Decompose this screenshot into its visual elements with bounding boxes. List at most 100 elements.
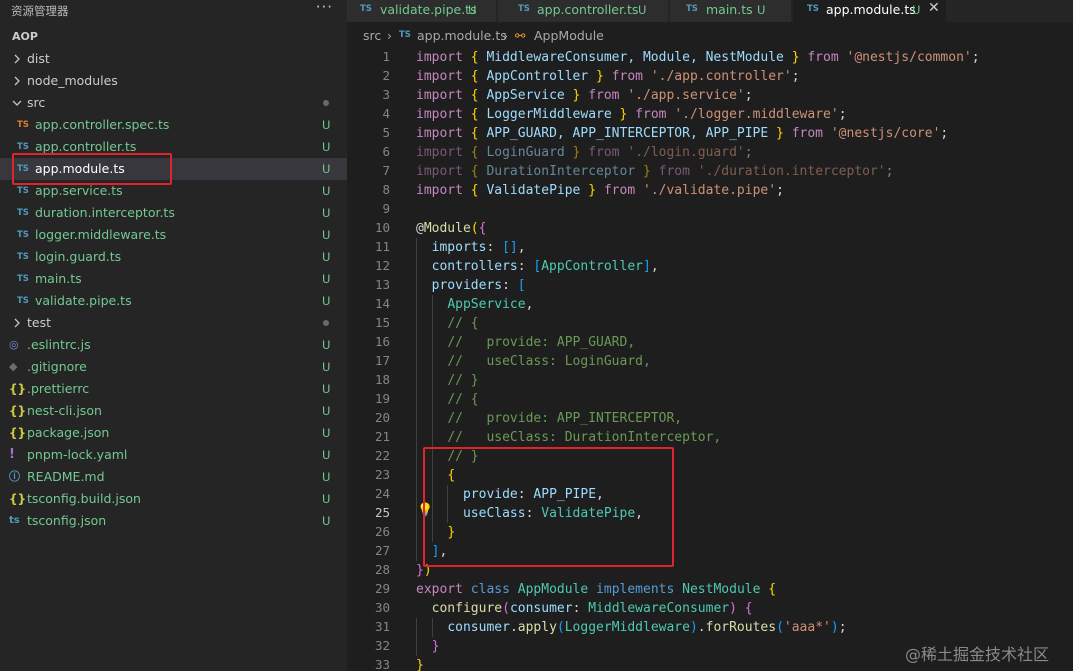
git-status-badge: U <box>322 294 331 308</box>
line-number: 20 <box>374 410 390 425</box>
tree-item-label: .eslintrc.js <box>27 337 91 352</box>
code-line[interactable]: 10 @Module({ <box>347 219 1073 238</box>
code-line[interactable]: 29 export class AppModule implements Nest… <box>347 580 1073 599</box>
code-line[interactable]: 27 ], <box>347 542 1073 561</box>
code-text: } <box>431 639 440 654</box>
code-line[interactable]: 5 import { APP_GUARD, APP_INTERCEPTOR, AP… <box>347 124 1073 143</box>
tree-item-label: app.controller.ts <box>35 139 137 154</box>
tree-item[interactable]: {} package.json U <box>0 422 347 444</box>
explorer-header: 资源管理器 ··· <box>0 0 347 22</box>
line-number: 6 <box>382 144 390 159</box>
tree-item[interactable]: ! pnpm-lock.yaml U <box>0 444 347 466</box>
json-icon: {} <box>9 426 27 440</box>
git-status-badge: U <box>322 228 331 242</box>
code-text: } <box>416 658 424 671</box>
code-line[interactable]: 28}) <box>347 561 1073 580</box>
code-line[interactable]: 25 useClass: ValidatePipe, <box>347 504 1073 523</box>
tree-item[interactable]: test <box>0 312 347 334</box>
code-line[interactable]: 12 controllers: [AppController], <box>347 257 1073 276</box>
tree-item[interactable]: src <box>0 92 347 114</box>
breadcrumb-folder[interactable]: src <box>363 28 381 43</box>
tree-item[interactable]: TS app.controller.ts U <box>0 136 347 158</box>
json-icon: {} <box>9 404 27 418</box>
line-number: 26 <box>374 524 390 539</box>
tree-item[interactable]: TS login.guard.ts U <box>0 246 347 268</box>
tab-app-module[interactable]: TS app.module.ts U ✕ <box>793 0 947 22</box>
code-text: AppService, <box>447 297 534 312</box>
code-line[interactable]: 13 providers: [ <box>347 276 1073 295</box>
code-line[interactable]: 23 { <box>347 466 1073 485</box>
code-line[interactable]: 4 import { LoggerMiddleware } from './log… <box>347 105 1073 124</box>
more-actions-icon[interactable]: ··· <box>316 0 333 16</box>
code-text: } <box>447 525 456 540</box>
tree-item[interactable]: ts tsconfig.json U <box>0 510 347 532</box>
code-line[interactable]: 14 AppService, <box>347 295 1073 314</box>
tree-item[interactable]: ◎ .eslintrc.js U <box>0 334 347 356</box>
code-line[interactable]: 26 } <box>347 523 1073 542</box>
code-line[interactable]: 11 imports: [], <box>347 238 1073 257</box>
code-line[interactable]: 15 // { <box>347 314 1073 333</box>
code-line[interactable]: 19 // { <box>347 390 1073 409</box>
code-text: // { <box>447 392 479 407</box>
git-status-badge: U <box>322 448 331 462</box>
code-line[interactable]: 1 import { MiddlewareConsumer, Module, Ne… <box>347 48 1073 67</box>
tree-item[interactable]: TS duration.interceptor.ts U <box>0 202 347 224</box>
tree-item[interactable]: {} tsconfig.build.json U <box>0 488 347 510</box>
chevron-down-icon[interactable] <box>12 96 22 110</box>
code-line[interactable]: 22 // } <box>347 447 1073 466</box>
code-line[interactable]: 18 // } <box>347 371 1073 390</box>
chevron-right-icon[interactable] <box>12 74 22 88</box>
line-number: 24 <box>374 486 390 501</box>
code-line[interactable]: 3 import { AppService } from './app.servi… <box>347 86 1073 105</box>
code-editor[interactable]: 1 import { MiddlewareConsumer, Module, Ne… <box>347 48 1073 671</box>
line-number: 5 <box>382 125 390 140</box>
code-line[interactable]: 20 // provide: APP_INTERCEPTOR, <box>347 409 1073 428</box>
code-line[interactable]: 24 provide: APP_PIPE, <box>347 485 1073 504</box>
project-root[interactable]: AOP <box>12 30 38 43</box>
tree-item[interactable]: TS app.service.ts U <box>0 180 347 202</box>
tree-item[interactable]: TS logger.middleware.ts U <box>0 224 347 246</box>
code-line[interactable]: 21 // useClass: DurationInterceptor, <box>347 428 1073 447</box>
git-status-badge: U <box>322 426 331 440</box>
tab-validate-pipe[interactable]: TS validate.pipe.ts U <box>347 0 497 22</box>
code-line[interactable]: 2 import { AppController } from './app.co… <box>347 67 1073 86</box>
code-line[interactable]: 8 import { ValidatePipe } from './validat… <box>347 181 1073 200</box>
explorer-sidebar: 资源管理器 ··· AOP dist node_modules src TS app.c… <box>0 0 347 671</box>
tree-item[interactable]: TS validate.pipe.ts U <box>0 290 347 312</box>
tree-item[interactable]: ⓘ README.md U <box>0 466 347 488</box>
tab-app-controller[interactable]: TS app.controller.ts U <box>498 0 669 22</box>
tree-item[interactable]: TS main.ts U <box>0 268 347 290</box>
tab-main[interactable]: TS main.ts U <box>670 0 792 22</box>
yaml-icon: ! <box>9 447 15 462</box>
line-number: 31 <box>374 619 390 634</box>
tree-item[interactable]: dist <box>0 48 347 70</box>
breadcrumb-symbol[interactable]: AppModule <box>534 28 604 43</box>
tree-item-label: test <box>27 315 52 330</box>
chevron-right-icon[interactable] <box>12 52 22 66</box>
code-line[interactable]: 30 configure(consumer: MiddlewareConsume… <box>347 599 1073 618</box>
code-text: { <box>447 468 456 483</box>
lightbulb-icon[interactable]: 💡 <box>417 503 433 518</box>
code-line[interactable]: 9 <box>347 200 1073 219</box>
tree-item[interactable]: TS app.controller.spec.ts U <box>0 114 347 136</box>
tree-item[interactable]: TS app.module.ts U <box>0 158 347 180</box>
tab-label: main.ts <box>706 2 753 17</box>
code-line[interactable]: 16 // provide: APP_GUARD, <box>347 333 1073 352</box>
code-text: ], <box>431 544 448 559</box>
chevron-right-icon[interactable] <box>12 316 22 330</box>
tree-item[interactable]: {} nest-cli.json U <box>0 400 347 422</box>
code-line[interactable]: 7 import { DurationInterceptor } from './… <box>347 162 1073 181</box>
tree-item[interactable]: {} .prettierrc U <box>0 378 347 400</box>
typescript-icon: TS <box>17 274 29 284</box>
breadcrumb-file[interactable]: app.module.ts <box>417 28 507 43</box>
code-line[interactable]: 17 // useClass: LoginGuard, <box>347 352 1073 371</box>
code-text: import { ValidatePipe } from './validate… <box>416 183 784 198</box>
line-number: 13 <box>374 277 390 292</box>
tree-item[interactable]: ◆ .gitignore U <box>0 356 347 378</box>
tree-item[interactable]: node_modules <box>0 70 347 92</box>
line-number: 21 <box>374 429 390 444</box>
code-line[interactable]: 6 import { LoginGuard } from './login.gua… <box>347 143 1073 162</box>
code-line[interactable]: 31 consumer.apply(LoggerMiddleware).forR… <box>347 618 1073 637</box>
close-icon[interactable]: ✕ <box>928 0 940 16</box>
tab-status-badge: U <box>757 3 766 17</box>
